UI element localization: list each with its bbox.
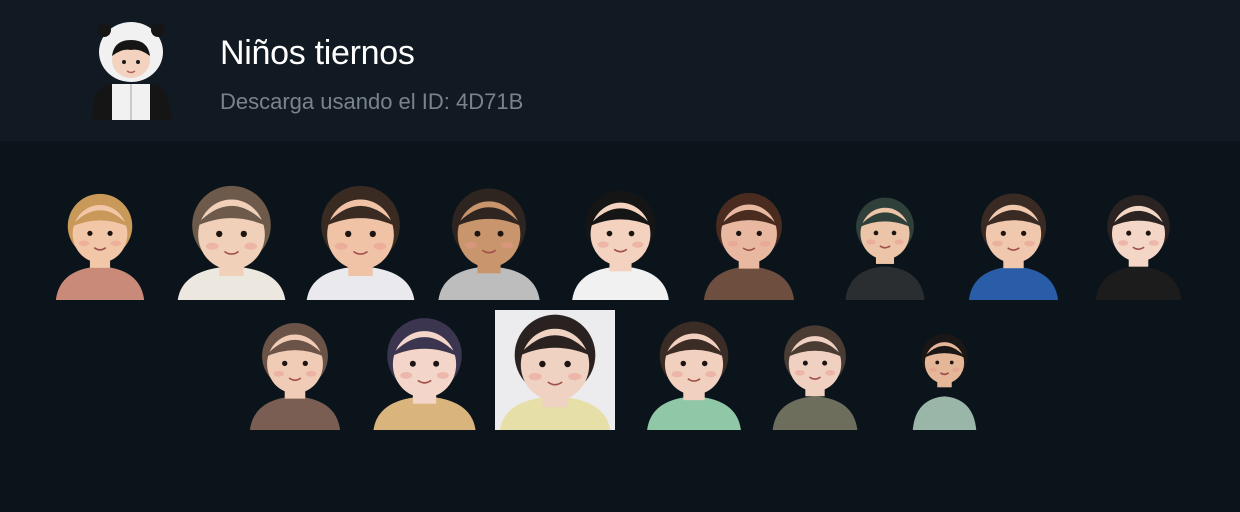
sticker-girl-white-sweater[interactable] [173, 180, 290, 300]
sticker-girl-white-sweater-image [177, 185, 286, 300]
pack-cover-sticker [88, 20, 174, 120]
sticker-baby-hair-clip-image [1095, 194, 1182, 300]
pack-download-id: Descarga usando el ID: 4D71B [220, 89, 524, 114]
pack-title: Niños tiernos [220, 34, 415, 72]
sticker-child-heart-hands[interactable] [246, 310, 344, 430]
sticker-baby-green-shirt-image [647, 321, 741, 430]
sticker-baby-lying-pillow-image [495, 310, 615, 430]
sticker-toddler-round-face-image [438, 188, 540, 300]
pack-cover-image [92, 22, 172, 120]
sticker-boy-smiling-tilted-image [912, 334, 977, 430]
sticker-boy-smiling-tilted[interactable] [910, 310, 979, 430]
sticker-baby-lying-pillow[interactable] [495, 310, 615, 430]
sticker-child-brown-shirt[interactable] [700, 180, 798, 300]
sticker-boy-red-cap[interactable] [842, 180, 928, 300]
sticker-baby-hair-clip[interactable] [1092, 180, 1185, 300]
sticker-child-heart-hands-image [249, 323, 341, 430]
sticker-toddler-round-face[interactable] [434, 180, 544, 300]
sticker-boy-teddy-bear-image [373, 318, 476, 430]
sticker-child-panda-hood[interactable] [568, 180, 673, 300]
sticker-girl-hands-on-face[interactable] [965, 180, 1062, 300]
sticker-child-blonde-pink-shirt-image [55, 193, 145, 300]
sticker-child-blonde-pink-shirt[interactable] [52, 180, 148, 300]
sticker-child-panda-hood-image [572, 190, 669, 300]
sticker-baby-green-shirt[interactable] [643, 310, 745, 430]
sticker-baby-chubby-face-image [306, 185, 415, 300]
pack-header: Niños tiernos Descarga usando el ID: 4D7… [0, 0, 1240, 141]
sticker-boy-red-cap-image [845, 197, 925, 300]
sticker-girl-hands-on-face-image [968, 193, 1059, 300]
sticker-girl-buns-image [772, 325, 858, 430]
sticker-baby-chubby-face[interactable] [302, 180, 419, 300]
sticker-grid [0, 141, 1240, 512]
sticker-girl-buns[interactable] [769, 310, 861, 430]
sticker-boy-teddy-bear[interactable] [369, 310, 480, 430]
sticker-child-brown-shirt-image [703, 193, 795, 300]
